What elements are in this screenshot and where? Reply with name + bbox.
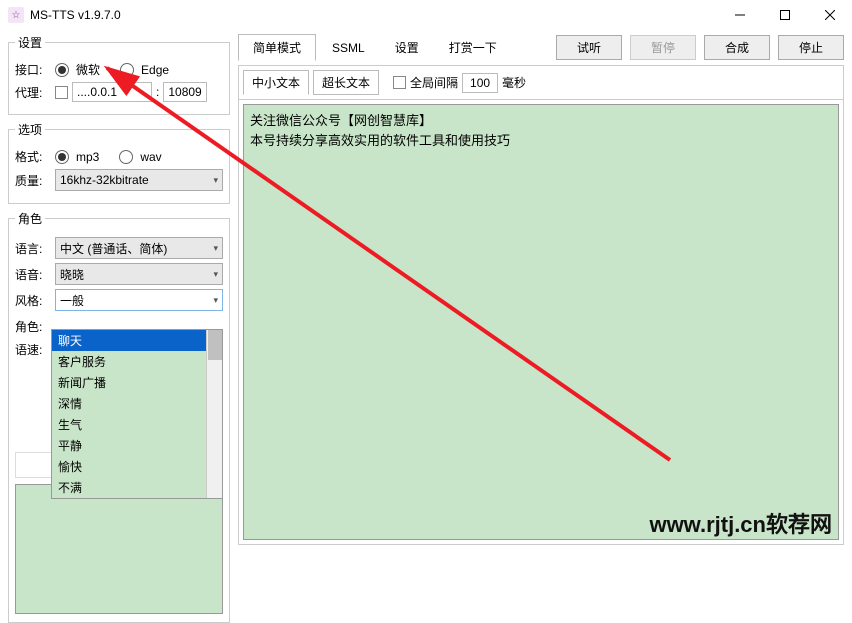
char-label: 角色: bbox=[15, 318, 51, 335]
tab-settings[interactable]: 设置 bbox=[381, 35, 433, 60]
text-line-2: 本号持续分享高效实用的软件工具和使用技巧 bbox=[250, 131, 832, 151]
stop-button[interactable]: 停止 bbox=[778, 35, 844, 60]
format-wav-label: wav bbox=[140, 150, 161, 164]
role-legend: 角色 bbox=[15, 210, 45, 227]
style-option[interactable]: 不满 bbox=[52, 477, 222, 498]
interface-edge-label: Edge bbox=[141, 63, 169, 77]
lang-select[interactable]: 中文 (普通话、简体)▾ bbox=[55, 237, 223, 259]
watermark-text: www.rjtj.cn软荐网 bbox=[649, 507, 832, 539]
format-wav-radio[interactable] bbox=[119, 150, 133, 164]
proxy-checkbox[interactable] bbox=[55, 86, 68, 99]
preview-area bbox=[15, 484, 223, 614]
synth-button[interactable]: 合成 bbox=[704, 35, 770, 60]
close-button[interactable] bbox=[807, 0, 852, 30]
format-mp3-label: mp3 bbox=[76, 150, 99, 164]
style-dropdown[interactable]: 聊天客户服务新闻广播深情生气平静愉快不满 bbox=[51, 329, 223, 499]
options-legend: 选项 bbox=[15, 121, 45, 138]
preview-button[interactable]: 试听 bbox=[556, 35, 622, 60]
chevron-down-icon: ▾ bbox=[213, 175, 218, 186]
interface-microsoft-radio[interactable] bbox=[55, 63, 69, 77]
pause-button[interactable]: 暂停 bbox=[630, 35, 696, 60]
style-option[interactable]: 深情 bbox=[52, 393, 222, 414]
quality-label: 质量: bbox=[15, 172, 51, 189]
interface-label: 接口: bbox=[15, 61, 51, 78]
text-content-area[interactable]: 关注微信公众号【网创智慧库】 本号持续分享高效实用的软件工具和使用技巧 bbox=[243, 104, 839, 540]
tab-ssml[interactable]: SSML bbox=[318, 37, 379, 59]
interface-microsoft-label: 微软 bbox=[76, 61, 100, 78]
style-option[interactable]: 愉快 bbox=[52, 456, 222, 477]
chevron-down-icon: ▾ bbox=[213, 269, 218, 280]
chevron-down-icon: ▾ bbox=[213, 243, 218, 254]
minimize-button[interactable] bbox=[717, 0, 762, 30]
proxy-host-input[interactable] bbox=[72, 82, 152, 102]
settings-legend: 设置 bbox=[15, 34, 45, 51]
style-option[interactable]: 平静 bbox=[52, 435, 222, 456]
global-gap-checkbox[interactable] bbox=[393, 76, 406, 89]
voice-label: 语音: bbox=[15, 266, 51, 283]
format-label: 格式: bbox=[15, 148, 51, 165]
subtab-short[interactable]: 中小文本 bbox=[243, 70, 309, 95]
scrollbar-thumb[interactable] bbox=[208, 330, 222, 360]
quality-select[interactable]: 16khz-32kbitrate▾ bbox=[55, 169, 223, 191]
ms-label: 毫秒 bbox=[502, 74, 526, 91]
subtab-long[interactable]: 超长文本 bbox=[313, 70, 379, 95]
tab-simple[interactable]: 简单模式 bbox=[238, 34, 316, 61]
voice-select[interactable]: 晓晓▾ bbox=[55, 263, 223, 285]
style-option[interactable]: 新闻广播 bbox=[52, 372, 222, 393]
global-gap-label: 全局间隔 bbox=[410, 74, 458, 91]
role-fieldset: 角色 语言: 中文 (普通话、简体)▾ 语音: 晓晓▾ 风格: 一般▾ bbox=[8, 210, 230, 623]
proxy-label: 代理: bbox=[15, 84, 51, 101]
dropdown-scrollbar[interactable] bbox=[206, 330, 222, 498]
style-option[interactable]: 客户服务 bbox=[52, 351, 222, 372]
options-fieldset: 选项 格式: mp3 wav 质量: 16khz-32kbitrate▾ bbox=[8, 121, 230, 204]
gap-value-input[interactable] bbox=[462, 73, 498, 93]
settings-fieldset: 设置 接口: 微软 Edge 代理: : bbox=[8, 34, 230, 115]
app-icon: ☆ bbox=[8, 7, 24, 23]
proxy-port-input[interactable] bbox=[163, 82, 207, 102]
interface-edge-radio[interactable] bbox=[120, 63, 134, 77]
maximize-button[interactable] bbox=[762, 0, 807, 30]
chevron-down-icon: ▾ bbox=[213, 295, 218, 306]
style-option[interactable]: 聊天 bbox=[52, 330, 222, 351]
style-select[interactable]: 一般▾ bbox=[55, 289, 223, 311]
tab-reward[interactable]: 打赏一下 bbox=[435, 35, 511, 60]
style-label: 风格: bbox=[15, 292, 51, 309]
window-title: MS-TTS v1.9.7.0 bbox=[30, 8, 717, 22]
style-option[interactable]: 生气 bbox=[52, 414, 222, 435]
lang-label: 语言: bbox=[15, 240, 51, 257]
format-mp3-radio[interactable] bbox=[55, 150, 69, 164]
speed-label: 语速: bbox=[15, 341, 51, 358]
text-line-1: 关注微信公众号【网创智慧库】 bbox=[250, 111, 832, 131]
